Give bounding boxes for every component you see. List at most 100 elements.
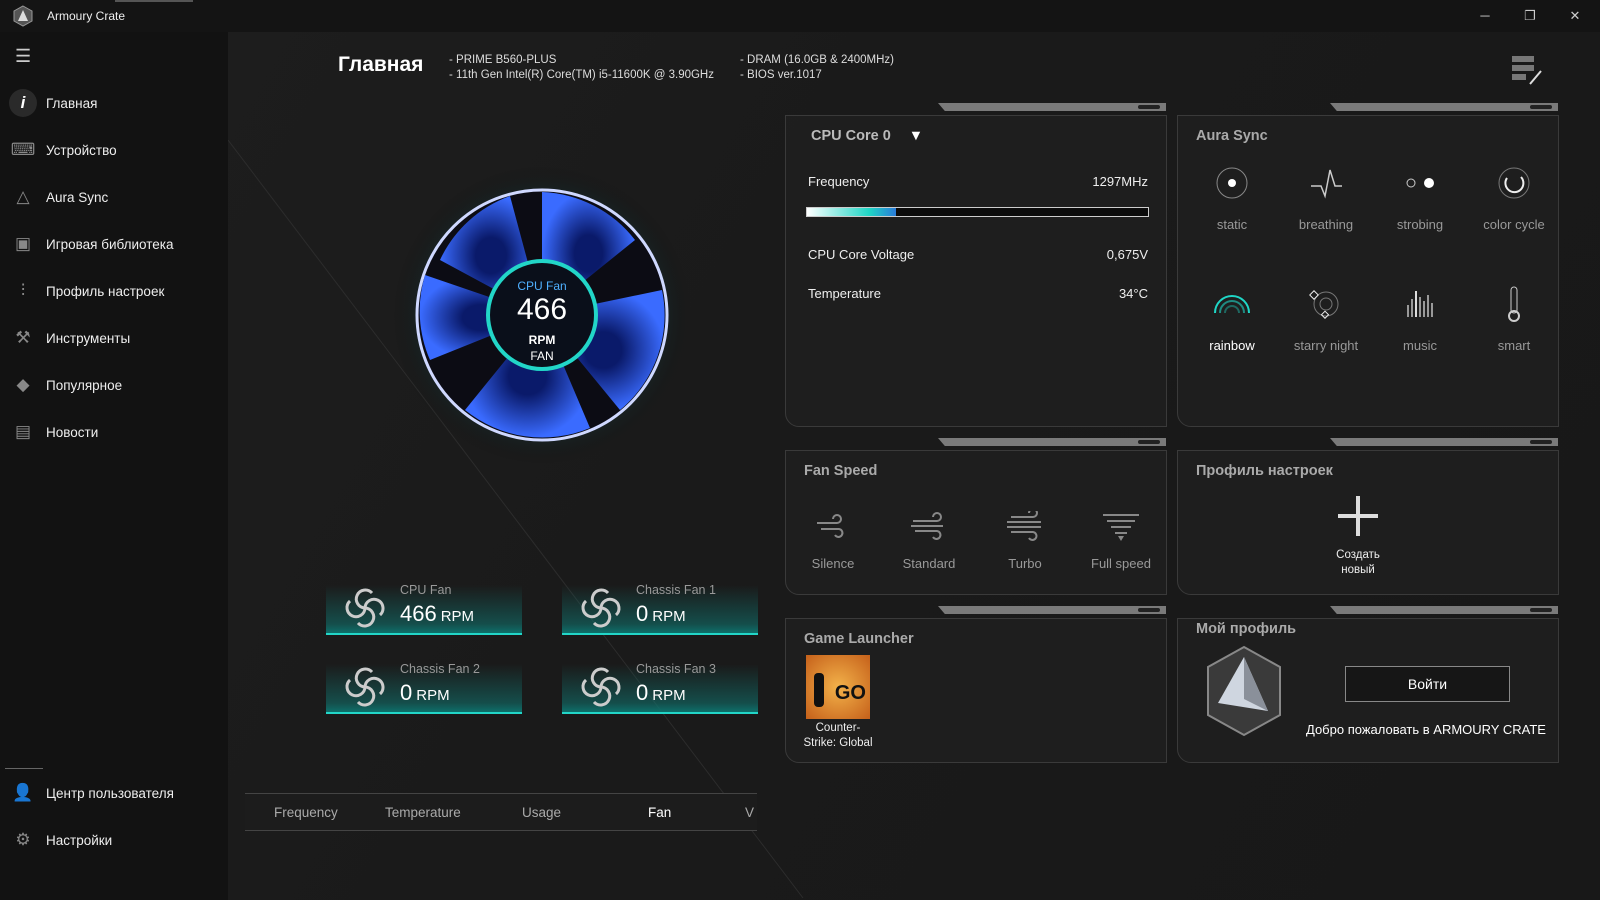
sidebar-item-label: Игровая библиотека bbox=[46, 236, 174, 252]
starry-night-icon bbox=[1309, 290, 1339, 319]
fan-mode-silence[interactable]: Silence bbox=[786, 506, 880, 571]
page-title: Главная bbox=[338, 53, 424, 76]
sidebar-item-profiles[interactable]: ⫶ Профиль настроек bbox=[0, 271, 228, 311]
music-icon bbox=[1407, 291, 1433, 317]
restore-button[interactable]: ❐ bbox=[1515, 6, 1545, 26]
frequency-row: Frequency 1297MHz bbox=[808, 174, 1148, 189]
sidebar-item-aura-sync[interactable]: △ Aura Sync bbox=[0, 177, 228, 217]
sidebar-item-user-center[interactable]: 👤 Центр пользователя bbox=[0, 773, 228, 813]
tab-fan[interactable]: Fan bbox=[648, 794, 671, 832]
system-specs-left: - PRIME B560-PLUS - 11th Gen Intel(R) Cor… bbox=[449, 53, 714, 83]
fan-mode-turbo[interactable]: Turbo bbox=[978, 506, 1072, 571]
sidebar-item-settings[interactable]: ⚙ Настройки bbox=[0, 820, 228, 860]
gamepad-icon: ▣ bbox=[14, 234, 32, 253]
welcome-text: Добро пожаловать в ARMOURY CRATE bbox=[1306, 722, 1546, 737]
panel-title: Aura Sync bbox=[1196, 128, 1268, 144]
tornado-icon bbox=[1103, 514, 1139, 541]
minimize-button[interactable]: ─ bbox=[1470, 6, 1500, 26]
login-button[interactable]: Войти bbox=[1345, 666, 1510, 702]
sidebar-item-game-library[interactable]: ▣ Игровая библиотека bbox=[0, 224, 228, 264]
sidebar-item-featured[interactable]: ◆ Популярное bbox=[0, 365, 228, 405]
fan-mode-standard[interactable]: Standard bbox=[882, 506, 976, 571]
app-logo-icon bbox=[13, 5, 33, 27]
edit-layout-icon[interactable] bbox=[1510, 54, 1544, 88]
fan-value: 0 RPM bbox=[400, 680, 450, 705]
aura-mode-rainbow[interactable]: rainbow bbox=[1185, 284, 1279, 353]
fan-icon bbox=[345, 588, 385, 628]
fan-value: 466 RPM bbox=[400, 601, 475, 626]
fan-mode-full-speed[interactable]: Full speed bbox=[1074, 506, 1168, 571]
aura-mode-strobing[interactable]: strobing bbox=[1373, 163, 1467, 232]
panel-title: Профиль настроек bbox=[1196, 463, 1333, 479]
tab-frequency[interactable]: Frequency bbox=[274, 794, 338, 832]
cpu-core-selector[interactable]: CPU Core 0 ▼ bbox=[811, 128, 923, 144]
temperature-row: Temperature 34°C bbox=[808, 286, 1148, 301]
sidebar-item-label: Профиль настроек bbox=[46, 283, 165, 299]
sidebar-item-label: Главная bbox=[46, 95, 98, 111]
fan-card-chassis-3[interactable]: Chassis Fan 3 0 RPM bbox=[562, 652, 758, 714]
sidebar-item-tools[interactable]: ⚒ Инструменты bbox=[0, 318, 228, 358]
create-profile-button[interactable]: Создать новый bbox=[1318, 495, 1398, 578]
fan-icon bbox=[581, 667, 621, 707]
sidebar-item-label: Популярное bbox=[46, 377, 123, 393]
sidebar-divider bbox=[5, 768, 43, 769]
my-profile-panel: Мой профиль Войти Добро пожаловать в ARM… bbox=[1177, 606, 1559, 763]
csgo-logo: GO bbox=[806, 655, 870, 719]
aura-mode-static[interactable]: static bbox=[1185, 163, 1279, 232]
fan-name: Chassis Fan 2 bbox=[400, 662, 480, 676]
tag-icon: ◆ bbox=[16, 375, 30, 394]
sidebar-item-label: Центр пользователя bbox=[46, 785, 174, 801]
title-bar: Armoury Crate ─ ❐ ✕ bbox=[0, 0, 1600, 32]
sidebar-item-label: Инструменты bbox=[46, 330, 131, 346]
plus-icon bbox=[1338, 496, 1378, 536]
gauge-value: 466 bbox=[516, 293, 568, 326]
game-tile-csgo[interactable]: GO Counter- Strike: Global bbox=[796, 655, 880, 751]
sidebar-item-label: Устройство bbox=[46, 142, 117, 158]
news-icon: ▤ bbox=[14, 422, 32, 441]
gauge-sub: FAN bbox=[530, 349, 554, 363]
user-icon: 👤 bbox=[12, 783, 34, 802]
static-icon bbox=[1216, 167, 1248, 199]
keyboard-icon: ⌨ bbox=[10, 140, 36, 159]
fan-card-chassis-1[interactable]: Chassis Fan 1 0 RPM bbox=[562, 573, 758, 635]
aura-mode-music[interactable]: music bbox=[1373, 284, 1467, 353]
panel-title: Fan Speed bbox=[804, 463, 878, 479]
sidebar-item-news[interactable]: ▤ Новости bbox=[0, 412, 228, 452]
tab-voltage[interactable]: V bbox=[745, 794, 754, 832]
fan-speed-panel: Fan Speed Silence Standard Turbo Full sp… bbox=[785, 438, 1168, 595]
strobing-icon bbox=[1406, 178, 1434, 188]
gear-icon: ⚙ bbox=[15, 830, 31, 849]
aura-sync-panel: Aura Sync static breathing strobing colo… bbox=[1177, 103, 1561, 427]
aura-mode-smart[interactable]: smart bbox=[1467, 284, 1561, 353]
fan-icon bbox=[581, 588, 621, 628]
monitor-tabs: Frequency Temperature Usage Fan V bbox=[245, 793, 757, 831]
sliders-icon: ⫶ bbox=[20, 281, 26, 300]
fan-card-cpu[interactable]: CPU Fan 466 RPM bbox=[326, 573, 522, 635]
sidebar-item-home[interactable]: i Главная bbox=[0, 83, 228, 123]
dropdown-triangle-icon: ▼ bbox=[908, 128, 924, 144]
fan-card-chassis-2[interactable]: Chassis Fan 2 0 RPM bbox=[326, 652, 522, 714]
fan-name: Chassis Fan 3 bbox=[636, 662, 716, 676]
gauge-label: CPU Fan bbox=[517, 279, 567, 293]
frequency-bar bbox=[806, 207, 1149, 217]
fan-value: 0 RPM bbox=[636, 601, 686, 626]
breathing-icon bbox=[1311, 169, 1342, 199]
fan-value: 0 RPM bbox=[636, 680, 686, 705]
rainbow-icon bbox=[1214, 295, 1250, 314]
hamburger-menu-icon[interactable]: ☰ bbox=[15, 46, 31, 67]
sidebar-item-device[interactable]: ⌨ Устройство bbox=[0, 130, 228, 170]
wrench-icon: ⚒ bbox=[15, 328, 31, 347]
spec-cpu: - 11th Gen Intel(R) Core(TM) i5-11600K @… bbox=[449, 69, 714, 81]
tab-usage[interactable]: Usage bbox=[522, 794, 561, 832]
wind-silence-icon bbox=[817, 514, 844, 538]
sidebar-item-label: Aura Sync bbox=[46, 189, 109, 205]
aura-icon: △ bbox=[16, 187, 30, 206]
aura-mode-starry-night[interactable]: starry night bbox=[1279, 284, 1373, 353]
aura-mode-color-cycle[interactable]: color cycle bbox=[1467, 163, 1561, 232]
fan-name: CPU Fan bbox=[400, 583, 452, 597]
tab-temperature[interactable]: Temperature bbox=[385, 794, 461, 832]
system-specs-right: - DRAM (16.0GB & 2400MHz) - BIOS ver.1017 bbox=[740, 53, 894, 83]
spec-dram: - DRAM (16.0GB & 2400MHz) bbox=[740, 54, 895, 66]
aura-mode-breathing[interactable]: breathing bbox=[1279, 163, 1373, 232]
close-button[interactable]: ✕ bbox=[1560, 6, 1590, 26]
